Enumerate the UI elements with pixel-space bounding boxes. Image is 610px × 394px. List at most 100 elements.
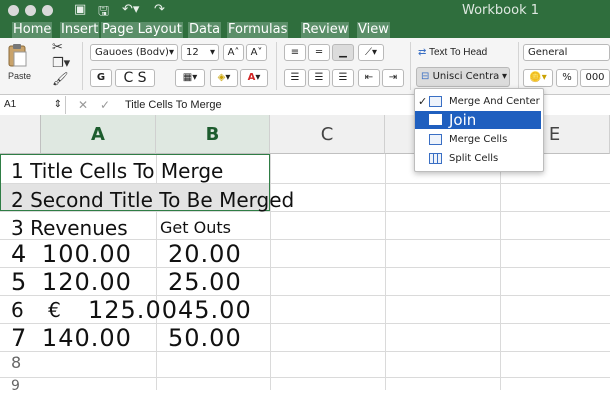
tab-review[interactable]: Review bbox=[301, 22, 350, 38]
row-number: 2 bbox=[11, 188, 24, 212]
menu-item-label: Join bbox=[449, 111, 477, 129]
decrease-indent-button[interactable]: ⇤ bbox=[358, 69, 380, 87]
merge-center-dropdown[interactable]: ⊟ Unisci Centra ▾ bbox=[416, 67, 510, 87]
align-center-button[interactable]: ☰ bbox=[308, 69, 330, 87]
tab-page-layout[interactable]: Page Layout bbox=[101, 22, 183, 38]
menu-item-split-cells[interactable]: Split Cells bbox=[415, 150, 541, 168]
tab-insert[interactable]: Insert bbox=[60, 22, 100, 38]
align-bottom-icon: ▁ bbox=[339, 47, 347, 58]
font-name-dropdown[interactable]: Gauoes (Bodv) ▾ bbox=[90, 44, 178, 61]
cell-a5[interactable]: 120.00 bbox=[42, 268, 132, 296]
cell-a4[interactable]: 100.00 bbox=[42, 240, 132, 268]
divider bbox=[82, 42, 83, 90]
row-number: 3 bbox=[11, 216, 24, 240]
font-size-value: 12 bbox=[186, 47, 199, 58]
formula-input[interactable]: Title Cells To Merge bbox=[125, 96, 222, 114]
sidebar-icon[interactable]: ▣ bbox=[74, 2, 86, 17]
italic-underline-buttons[interactable]: C S bbox=[115, 69, 155, 87]
table-row: 6 € bbox=[11, 298, 61, 322]
divider bbox=[276, 42, 277, 90]
minimize-icon[interactable] bbox=[25, 5, 36, 16]
cell-a3[interactable]: Revenues bbox=[30, 216, 128, 240]
paste-label: Paste bbox=[8, 71, 32, 81]
table-row: 3 Revenues bbox=[11, 216, 128, 240]
merge-dropdown-menu: ✓ Merge And Center Join Merge Cells Spli… bbox=[414, 88, 544, 172]
table-row: 5 120.00 bbox=[11, 268, 132, 296]
chevron-down-icon: ▾ bbox=[501, 71, 507, 82]
align-right-button[interactable]: ☰ bbox=[332, 69, 354, 87]
percent-button[interactable]: % bbox=[556, 69, 578, 87]
divider bbox=[410, 42, 411, 90]
menu-item-label: Merge Cells bbox=[449, 134, 508, 145]
align-left-button[interactable]: ☰ bbox=[284, 69, 306, 87]
tab-home[interactable]: Home bbox=[12, 22, 53, 38]
zoom-icon[interactable] bbox=[42, 5, 53, 16]
menu-item-join[interactable]: Join bbox=[415, 111, 541, 129]
name-box-value: A1 bbox=[4, 99, 17, 110]
table-row: 4 100.00 bbox=[11, 240, 132, 268]
font-size-dropdown[interactable]: 12 ▾ bbox=[181, 44, 219, 61]
row-number: 4 bbox=[11, 240, 28, 268]
format-painter-icon[interactable]: 🖌 bbox=[52, 72, 69, 87]
cell-a7[interactable]: 140.00 bbox=[42, 324, 132, 352]
table-row: 1 Title Cells To Merge bbox=[11, 159, 223, 183]
shrink-font-button[interactable]: A˅ bbox=[246, 44, 267, 61]
align-left-icon: ☰ bbox=[290, 72, 300, 83]
tab-formulas[interactable]: Formulas bbox=[227, 22, 289, 38]
title-bar: ▣ 🖫 ↶▾ ↷ Workbook 1 bbox=[0, 0, 610, 22]
fill-color-button[interactable]: ◈▾ bbox=[210, 69, 238, 87]
align-top-button[interactable]: ≡ bbox=[284, 44, 306, 61]
confirm-icon[interactable]: ✓ bbox=[100, 96, 110, 114]
copy-icon[interactable]: ❐▾ bbox=[52, 56, 70, 71]
align-middle-button[interactable]: ═ bbox=[308, 44, 330, 61]
column-header-c[interactable]: C bbox=[270, 115, 385, 154]
cancel-icon[interactable]: ✕ bbox=[78, 96, 88, 114]
name-box[interactable]: A1 ⇕ bbox=[0, 96, 66, 114]
borders-button[interactable]: ▦▾ bbox=[175, 69, 205, 87]
cell-b7[interactable]: 50.00 bbox=[168, 324, 242, 352]
undo-icon[interactable]: ↶▾ bbox=[122, 2, 139, 17]
orientation-button[interactable]: ⟋▾ bbox=[358, 44, 384, 61]
close-icon[interactable] bbox=[8, 5, 19, 16]
increase-indent-button[interactable]: ⇥ bbox=[382, 69, 404, 87]
paste-icon[interactable] bbox=[8, 43, 28, 67]
align-top-icon: ≡ bbox=[290, 47, 300, 58]
tab-data[interactable]: Data bbox=[188, 22, 222, 38]
decrease-indent-icon: ⇤ bbox=[364, 72, 374, 83]
align-middle-icon: ═ bbox=[315, 47, 323, 58]
font-color-button[interactable]: A▾ bbox=[240, 69, 268, 87]
tab-view[interactable]: View bbox=[357, 22, 390, 38]
menu-item-merge-and-center[interactable]: ✓ Merge And Center bbox=[415, 93, 541, 111]
comma-style-button[interactable]: 000 bbox=[580, 69, 610, 87]
bold-label: G bbox=[96, 72, 106, 83]
grid-line bbox=[500, 154, 501, 390]
cell-b6[interactable]: 45.00 bbox=[178, 296, 252, 324]
cell-b4[interactable]: 20.00 bbox=[168, 240, 242, 268]
grow-font-button[interactable]: A˄ bbox=[223, 44, 244, 61]
merge-center-label: Unisci Centra bbox=[432, 71, 500, 82]
column-header-a[interactable]: A bbox=[41, 115, 156, 154]
cell-a2[interactable]: Second Title To Be Merged bbox=[30, 188, 294, 212]
divider bbox=[518, 42, 519, 90]
row-number: 7 bbox=[11, 324, 28, 352]
merge-center-icon bbox=[429, 96, 442, 107]
row-number: 6 bbox=[11, 298, 24, 322]
cell-a6[interactable]: 125.00 bbox=[88, 296, 178, 324]
font-name-value: Gauoes (Bodv) bbox=[95, 47, 169, 58]
select-all-corner[interactable] bbox=[0, 115, 41, 154]
cut-icon[interactable]: ✂ bbox=[52, 40, 63, 55]
column-header-b[interactable]: B bbox=[156, 115, 270, 154]
bold-button[interactable]: G bbox=[90, 69, 112, 87]
menu-item-merge-cells[interactable]: Merge Cells bbox=[415, 131, 541, 149]
cell-b5[interactable]: 25.00 bbox=[168, 268, 242, 296]
increase-indent-icon: ⇥ bbox=[388, 72, 398, 83]
cell-a1[interactable]: Title Cells To Merge bbox=[30, 159, 223, 183]
currency-button[interactable]: 🪙▾ bbox=[523, 69, 553, 87]
align-bottom-button[interactable]: ▁ bbox=[332, 44, 354, 61]
number-format-dropdown[interactable]: General bbox=[523, 44, 610, 61]
menu-item-label: Merge And Center bbox=[449, 96, 540, 107]
wrap-text-button[interactable]: ⇄ Text To Head bbox=[418, 47, 487, 58]
redo-icon[interactable]: ↷ bbox=[154, 2, 165, 17]
save-icon[interactable]: 🖫 bbox=[98, 2, 109, 24]
cell-b3[interactable]: Get Outs bbox=[160, 218, 231, 237]
